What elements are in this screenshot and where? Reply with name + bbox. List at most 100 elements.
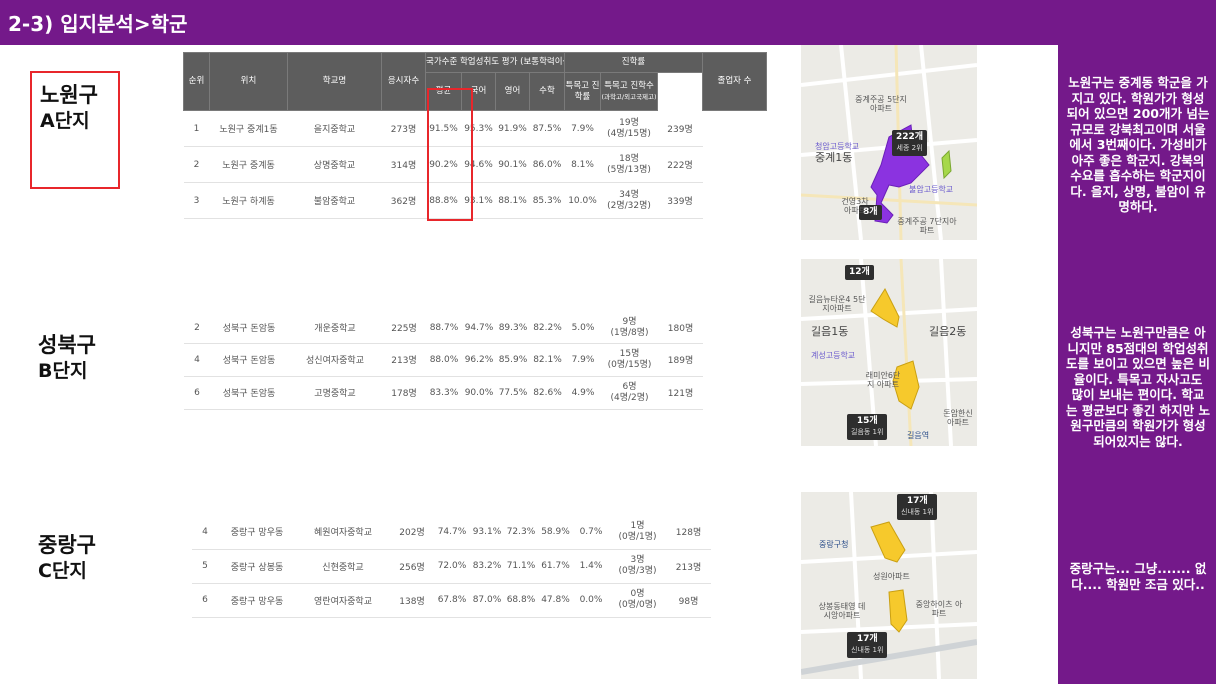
cell-special-rate: 5.0%: [565, 313, 601, 344]
cell-rank: 6: [192, 583, 218, 618]
map-place-label: 중앙하이츠 아파트: [915, 600, 963, 618]
cell-rank: 4: [192, 515, 218, 550]
cell-rank: 4: [184, 343, 210, 377]
badge-count: 17개: [856, 634, 878, 644]
table-row: 2 노원구 중계동 상명중학교 314명 90.2% 94.6% 90.1% 8…: [183, 146, 767, 183]
cell-graduates: 128명: [666, 515, 711, 550]
cell-avg: 74.7%: [434, 515, 470, 550]
cell-korean: 87.0%: [470, 583, 504, 618]
header-bar: 2-3) 입지분석>학군: [0, 0, 1216, 45]
cell-english: 77.5%: [496, 376, 530, 410]
badge-rank: 신내동 1위: [901, 508, 934, 516]
map-dong-label: 중계1동: [815, 151, 853, 164]
cell-school: 상명중학교: [287, 146, 382, 183]
description-jungnang: 중랑구는... 그냥....... 없다.... 학원만 조금 있다..: [1069, 561, 1207, 592]
map-station-label: 길음역: [907, 431, 930, 440]
cell-special-detail: (0명/0명): [618, 600, 657, 610]
cell-avg: 88.7%: [426, 313, 462, 344]
cell-special-rate: 7.9%: [564, 110, 601, 147]
col-location: 위치: [209, 52, 288, 111]
badge-rank: 세종 2위: [896, 144, 923, 152]
table-row: 6 중랑구 망우동 영란여자중학교 138명 67.8% 87.0% 68.8%…: [192, 583, 773, 618]
cell-avg: 88.0%: [426, 343, 462, 377]
cell-math: 82.2%: [530, 313, 565, 344]
map-place-label: 중계주공 7단지아파트: [897, 217, 957, 235]
cell-special-total: 1명: [630, 520, 645, 531]
cell-special-count: 15명 (0명/15명): [601, 343, 658, 377]
map-place-label: 래미안6단지 아파트: [865, 371, 901, 389]
cell-special-detail: (0명/1명): [618, 531, 657, 542]
region-name: 중랑구: [38, 533, 96, 557]
academy-count-badge: 12개: [845, 265, 874, 280]
cell-location: 중랑구 상봉동: [218, 549, 296, 584]
cell-examinees: 202명: [390, 515, 434, 550]
cell-location: 성북구 돈암동: [210, 343, 288, 377]
cell-location: 성북구 돈암동: [210, 313, 288, 344]
cell-special-total: 19명: [619, 117, 639, 128]
cell-avg: 72.0%: [434, 549, 470, 584]
badge-rank: 신내동 1위: [851, 646, 884, 654]
cell-special-detail: (1명/8명): [610, 327, 649, 338]
cell-rank: 5: [192, 549, 218, 584]
cell-special-detail: (2명/32명): [607, 200, 651, 211]
cell-graduates: 189명: [658, 343, 703, 377]
cell-examinees: 178명: [382, 376, 426, 410]
cell-korean: 94.7%: [462, 313, 496, 344]
cell-rank: 3: [183, 182, 210, 219]
cell-korean: 96.2%: [462, 343, 496, 377]
cell-examinees: 314명: [381, 146, 426, 183]
cell-math: 58.9%: [538, 515, 573, 550]
cell-special-rate: 0.0%: [573, 583, 609, 618]
cell-english: 71.1%: [504, 549, 538, 584]
cell-special-detail: (0명/15명): [607, 359, 652, 370]
cell-school: 을지중학교: [287, 110, 382, 147]
cell-special-rate: 7.9%: [565, 343, 601, 377]
cell-special-count: 19명 (4명/15명): [600, 110, 658, 147]
col-special-count-label: 특목고 진학수: [604, 80, 654, 91]
cell-rank: 2: [184, 313, 210, 344]
cell-math: 85.3%: [529, 182, 565, 219]
cell-math: 82.1%: [530, 343, 565, 377]
cell-school: 불암중학교: [287, 182, 382, 219]
badge-count: 17개: [906, 496, 928, 506]
cell-examinees: 256명: [390, 549, 434, 584]
map-place-label: 불암고등학교: [909, 185, 954, 194]
cell-special-detail: (4명/15명): [607, 128, 651, 139]
region-complex: B단지: [38, 360, 88, 382]
cell-special-total: 3명: [630, 555, 645, 565]
col-english: 영어: [495, 72, 530, 111]
map-place-label: 성원아파트: [873, 572, 910, 581]
cell-school: 영란여자중학교: [296, 583, 390, 618]
map-place-label: 청암고등학교: [815, 142, 860, 151]
cell-special-total: 15명: [619, 348, 640, 359]
cell-location: 노원구 중계1동: [209, 110, 288, 147]
cell-english: 72.3%: [504, 515, 538, 550]
cell-english: 90.1%: [495, 146, 530, 183]
cell-rank: 1: [183, 110, 210, 147]
cell-special-count: 6명 (4명/2명): [601, 376, 658, 410]
cell-graduates: 121명: [658, 376, 703, 410]
cell-english: 89.3%: [496, 313, 530, 344]
cell-graduates: 180명: [658, 313, 703, 344]
col-special-rate: 특목고 진학률: [564, 72, 601, 111]
cell-school: 신현중학교: [296, 549, 390, 584]
cell-rank: 2: [183, 146, 210, 183]
cell-special-total: 9명: [622, 316, 637, 327]
table-row: 1 노원구 중계1동 을지중학교 273명 91.5% 95.3% 91.9% …: [183, 110, 767, 147]
cell-school: 고명중학교: [288, 376, 382, 410]
cell-special-count: 34명 (2명/32명): [600, 182, 658, 219]
cell-examinees: 273명: [381, 110, 426, 147]
cell-math: 82.6%: [530, 376, 565, 410]
map-place-label: 길음뉴타운4 5단지아파트: [808, 295, 866, 313]
map-place-label: 돈암한신 아파트: [943, 409, 973, 427]
region-complex: A단지: [40, 110, 90, 132]
school-table-jungnang: 4 중랑구 망우동 혜원여자중학교 202명 74.7% 93.1% 72.3%…: [192, 515, 773, 618]
table-row: 2 성북구 돈암동 개운중학교 225명 88.7% 94.7% 89.3% 8…: [184, 313, 767, 344]
cell-special-total: 34명: [619, 189, 639, 200]
cell-examinees: 362명: [381, 182, 426, 219]
cell-graduates: 239명: [657, 110, 703, 147]
region-label-a: 노원구 A단지: [40, 82, 98, 134]
cell-math: 47.8%: [538, 583, 573, 618]
map-place-label: 건영3차 아파트: [841, 197, 869, 215]
cell-school: 개운중학교: [288, 313, 382, 344]
